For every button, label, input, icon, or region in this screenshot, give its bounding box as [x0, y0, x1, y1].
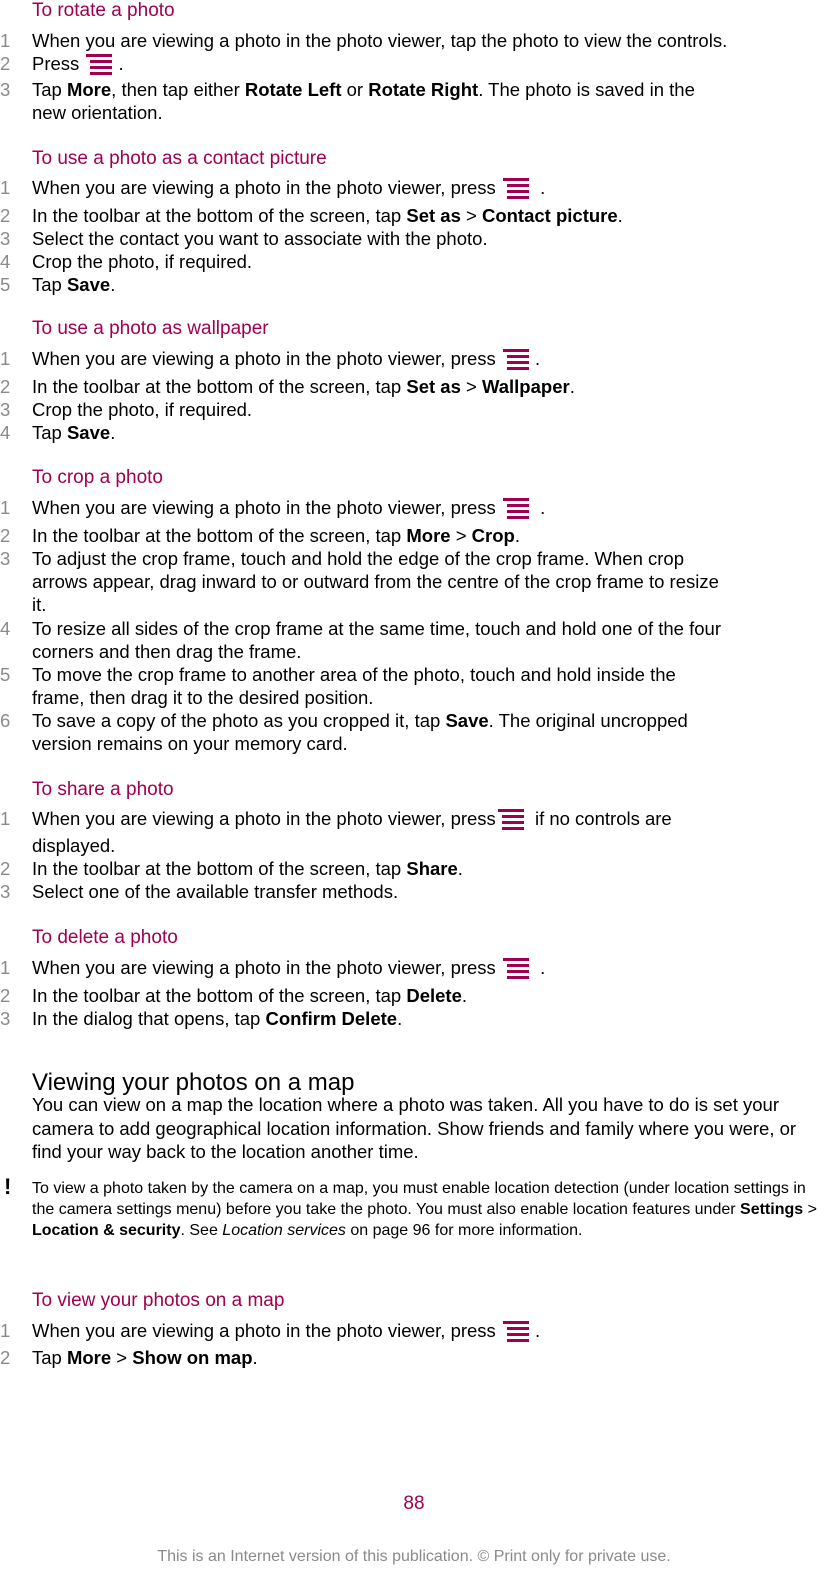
step-text: To save a copy of the photo as you cropp… [32, 710, 688, 754]
step-text: To resize all sides of the crop frame at… [32, 618, 721, 662]
step-text: When you are viewing a photo in the phot… [32, 1320, 541, 1342]
step-text: When you are viewing a photo in the phot… [32, 30, 728, 51]
step-number: 3 [0, 1008, 11, 1029]
step-text: When you are viewing a photo in the phot… [32, 808, 672, 856]
task-title: To use a photo as wallpaper [32, 318, 269, 339]
step-number: 1 [0, 808, 11, 829]
step-number: 3 [0, 228, 11, 249]
step-text: To move the crop frame to another area o… [32, 664, 676, 708]
step-number: 3 [0, 399, 11, 420]
location-note: To view a photo taken by the camera on a… [32, 1180, 817, 1239]
step-text: In the toolbar at the bottom of the scre… [32, 985, 468, 1006]
step-number: 3 [0, 881, 11, 902]
step-text: When you are viewing a photo in the phot… [32, 348, 541, 370]
step-number: 5 [0, 664, 11, 685]
step-text: In the dialog that opens, tap Confirm De… [32, 1008, 403, 1029]
step-number: 3 [0, 548, 11, 569]
step-number: 1 [0, 957, 11, 978]
task-title: To rotate a photo [32, 0, 175, 21]
step-text: Tap Save. [32, 274, 116, 295]
menu-icon [502, 1321, 533, 1342]
step-number: 4 [0, 251, 11, 272]
step-text: Crop the photo, if required. [32, 251, 253, 272]
step-text: Crop the photo, if required. [32, 399, 253, 420]
step-text: In the toolbar at the bottom of the scre… [32, 205, 623, 226]
step-number: 4 [0, 422, 11, 443]
step-number: 4 [0, 618, 11, 639]
task-title: To use a photo as a contact picture [32, 148, 327, 169]
step-text: Select one of the available transfer met… [32, 881, 399, 902]
step-number: 1 [0, 177, 11, 198]
step-number: 2 [0, 53, 11, 74]
menu-icon [502, 498, 533, 519]
step-number: 2 [0, 525, 11, 546]
step-number: 2 [0, 985, 11, 1006]
step-number: 2 [0, 1347, 11, 1368]
step-number: 1 [0, 1320, 11, 1341]
step-number: 6 [0, 710, 11, 731]
step-number: 1 [0, 497, 11, 518]
task-title: To share a photo [32, 779, 174, 800]
step-text: In the toolbar at the bottom of the scre… [32, 858, 463, 879]
exclamation-note-icon: ! [4, 1174, 12, 1199]
page-number: 88 [403, 1493, 425, 1514]
menu-icon [502, 178, 533, 199]
step-text: Tap More, then tap either Rotate Left or… [32, 79, 695, 123]
step-text: When you are viewing a photo in the phot… [32, 497, 546, 519]
step-number: 2 [0, 376, 11, 397]
step-text: When you are viewing a photo in the phot… [32, 177, 546, 199]
step-number: 1 [0, 30, 11, 51]
menu-icon [502, 349, 533, 370]
step-number: 5 [0, 274, 11, 295]
step-text: When you are viewing a photo in the phot… [32, 957, 546, 979]
map-intro-paragraph: You can view on a map the location where… [32, 1094, 797, 1162]
task-title: To view your photos on a map [32, 1290, 285, 1311]
step-text: Tap Save. [32, 422, 116, 443]
task-title: To delete a photo [32, 927, 178, 948]
step-number: 1 [0, 348, 11, 369]
footer-notice: This is an Internet version of this publ… [157, 1548, 671, 1565]
menu-icon [502, 958, 533, 979]
step-text: To adjust the crop frame, touch and hold… [32, 548, 719, 615]
task-title: To crop a photo [32, 467, 163, 488]
menu-icon [86, 54, 116, 75]
step-number: 3 [0, 79, 11, 100]
step-text: Select the contact you want to associate… [32, 228, 488, 249]
step-text: Tap More > Show on map. [32, 1347, 258, 1368]
step-number: 2 [0, 205, 11, 226]
menu-icon [497, 809, 528, 830]
step-number: 2 [0, 858, 11, 879]
step-text: In the toolbar at the bottom of the scre… [32, 376, 575, 397]
step-text: Press . [32, 53, 124, 75]
step-text: In the toolbar at the bottom of the scre… [32, 525, 520, 546]
